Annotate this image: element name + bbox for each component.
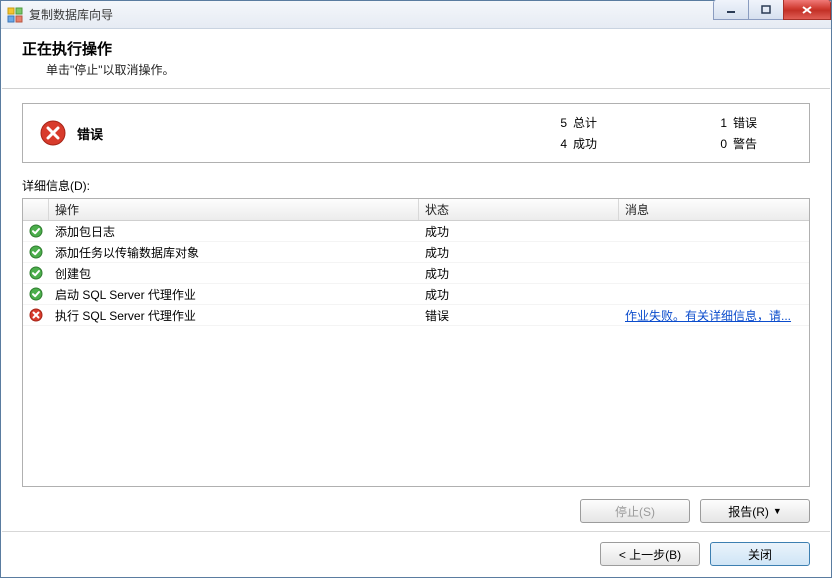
close-wizard-button[interactable]: 关闭 <box>710 542 810 566</box>
error-icon <box>23 308 49 322</box>
success-icon <box>23 224 49 238</box>
minimize-icon <box>726 5 736 15</box>
action-buttons: 停止(S) 报告(R) ▼ <box>22 487 810 531</box>
cell-message: 作业失败。有关详细信息，请... <box>619 307 809 324</box>
cell-action: 启动 SQL Server 代理作业 <box>49 286 419 303</box>
table-row[interactable]: 添加包日志成功 <box>23 221 809 242</box>
summary-stats: 5 总计 1 错误 4 成功 0 警告 <box>473 114 793 152</box>
col-message[interactable]: 消息 <box>619 199 809 220</box>
error-icon <box>39 119 67 147</box>
warning-label: 警告 <box>733 135 793 152</box>
table-row[interactable]: 添加任务以传输数据库对象成功 <box>23 242 809 263</box>
total-count: 5 <box>473 116 573 130</box>
cell-status: 成功 <box>419 286 619 303</box>
summary-label: 错误 <box>77 124 103 143</box>
success-icon <box>23 266 49 280</box>
inner-panel: 错误 5 总计 1 错误 4 成功 0 警告 详细信息(D): 操作 状态 <box>2 89 830 531</box>
close-icon <box>801 5 813 15</box>
summary-box: 错误 5 总计 1 错误 4 成功 0 警告 <box>22 103 810 163</box>
cell-status: 成功 <box>419 223 619 240</box>
table-row[interactable]: 创建包成功 <box>23 263 809 284</box>
stop-button: 停止(S) <box>580 499 690 523</box>
page-title: 正在执行操作 <box>22 38 810 59</box>
footer-bar: < 上一步(B) 关闭 <box>2 531 830 576</box>
report-button-label: 报告(R) <box>728 503 769 520</box>
error-label: 错误 <box>733 114 793 131</box>
col-status[interactable]: 状态 <box>419 199 619 220</box>
warning-count: 0 <box>633 137 733 151</box>
cell-action: 添加任务以传输数据库对象 <box>49 244 419 261</box>
table-row[interactable]: 执行 SQL Server 代理作业错误作业失败。有关详细信息，请... <box>23 305 809 326</box>
minimize-button[interactable] <box>713 0 749 20</box>
title-bar: 复制数据库向导 <box>1 1 831 29</box>
back-button[interactable]: < 上一步(B) <box>600 542 700 566</box>
cell-action: 创建包 <box>49 265 419 282</box>
page-subtitle: 单击"停止"以取消操作。 <box>22 61 810 78</box>
col-icon <box>23 199 49 220</box>
window-title: 复制数据库向导 <box>29 6 113 23</box>
success-count: 4 <box>473 137 573 151</box>
success-icon <box>23 287 49 301</box>
maximize-button[interactable] <box>748 0 784 20</box>
cell-status: 成功 <box>419 244 619 261</box>
wizard-window: 复制数据库向导 正在执行操作 单击"停止"以取消操作。 <box>0 0 832 578</box>
grid-header: 操作 状态 消息 <box>23 199 809 221</box>
results-grid: 操作 状态 消息 添加包日志成功添加任务以传输数据库对象成功创建包成功启动 SQ… <box>22 198 810 487</box>
cell-status: 成功 <box>419 265 619 282</box>
cell-status: 错误 <box>419 307 619 324</box>
content-area: 正在执行操作 单击"停止"以取消操作。 错误 5 总计 1 错误 <box>1 29 831 577</box>
details-label: 详细信息(D): <box>22 177 810 194</box>
app-icon <box>7 7 23 23</box>
report-button[interactable]: 报告(R) ▼ <box>700 499 810 523</box>
maximize-icon <box>761 5 771 15</box>
table-row[interactable]: 启动 SQL Server 代理作业成功 <box>23 284 809 305</box>
window-controls <box>714 0 831 20</box>
success-icon <box>23 245 49 259</box>
close-button[interactable] <box>783 0 831 20</box>
cell-action: 添加包日志 <box>49 223 419 240</box>
cell-action: 执行 SQL Server 代理作业 <box>49 307 419 324</box>
dropdown-icon: ▼ <box>773 506 782 516</box>
grid-body: 添加包日志成功添加任务以传输数据库对象成功创建包成功启动 SQL Server … <box>23 221 809 486</box>
error-details-link[interactable]: 作业失败。有关详细信息，请... <box>625 309 791 323</box>
total-label: 总计 <box>573 114 633 131</box>
success-label: 成功 <box>573 135 633 152</box>
error-count: 1 <box>633 116 733 130</box>
col-action[interactable]: 操作 <box>49 199 419 220</box>
heading-block: 正在执行操作 单击"停止"以取消操作。 <box>2 30 830 89</box>
